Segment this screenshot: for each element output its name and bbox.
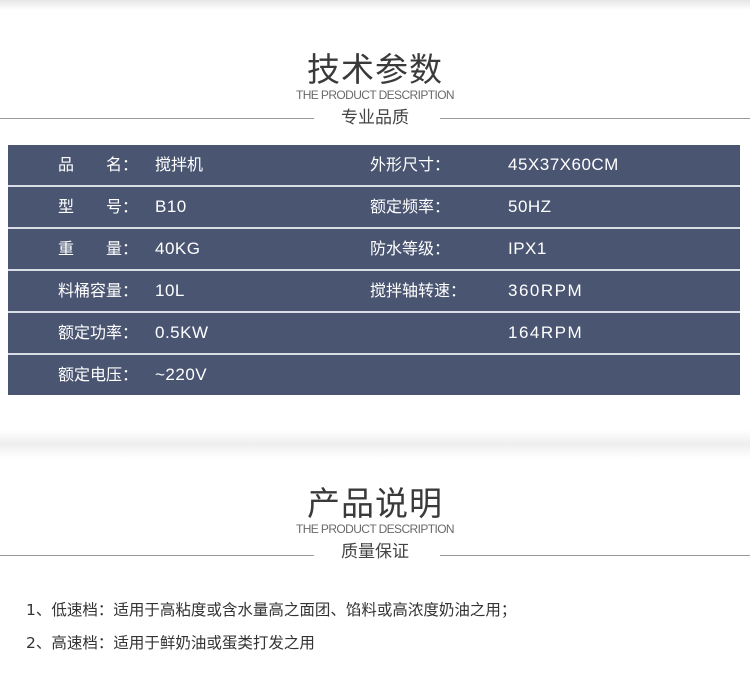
spec-value: 搅拌机	[155, 155, 204, 174]
spec-label: 额定电压：	[58, 365, 139, 384]
spec-row: 品 名： 搅拌机 外形尺寸： 45X37X60CM	[8, 145, 740, 187]
spec-value: 164RPM	[508, 323, 584, 342]
desc-section-header: 产品说明 THE PRODUCT DESCRIPTION 质量保证	[0, 484, 750, 563]
spec-label: 重 量：	[58, 239, 139, 258]
spec-label: 型 号：	[58, 197, 139, 216]
desc-line: 1、低速档：适用于高粘度或含水量高之面团、馅料或高浓度奶油之用；	[26, 601, 517, 619]
desc-section-subtitle-cn: 质量保证	[341, 542, 409, 562]
spec-label: 搅拌轴转速：	[370, 281, 467, 300]
spec-row: 重 量： 40KG 防水等级： IPX1	[8, 229, 740, 271]
spec-value: 50HZ	[508, 197, 552, 216]
spec-value: IPX1	[508, 239, 547, 258]
spec-header-rule-right	[440, 118, 750, 119]
spec-value: 45X37X60CM	[508, 155, 619, 174]
spec-section-subtitle-en: THE PRODUCT DESCRIPTION	[296, 88, 455, 102]
top-shadow-band	[0, 0, 750, 10]
desc-header-rule-right	[440, 555, 750, 556]
spec-label: 额定功率：	[58, 323, 139, 342]
spec-value: 10L	[155, 281, 185, 300]
desc-line: 2、高速档：适用于鲜奶油或蛋类打发之用	[26, 634, 315, 652]
spec-section-header: 技术参数 THE PRODUCT DESCRIPTION 专业品质	[0, 50, 750, 129]
spec-value: 40KG	[155, 239, 201, 258]
spec-value: 360RPM	[508, 281, 584, 300]
spec-row: 料桶容量： 10L 搅拌轴转速： 360RPM	[8, 271, 740, 313]
spec-label: 外形尺寸：	[370, 155, 451, 174]
spec-label: 防水等级：	[370, 239, 451, 258]
spec-row: 型 号： B10 额定频率： 50HZ	[8, 187, 740, 229]
spec-value: 0.5KW	[155, 323, 209, 342]
spec-value: B10	[155, 197, 187, 216]
spec-label: 料桶容量：	[58, 281, 139, 300]
spec-table: 品 名： 搅拌机 外形尺寸： 45X37X60CM 型 号： B10 额定频率：…	[8, 145, 740, 395]
spec-label: 额定频率：	[370, 197, 451, 216]
spec-value: ~220V	[155, 365, 208, 384]
spec-row: 额定功率： 0.5KW 164RPM	[8, 313, 740, 355]
spec-row: 额定电压： ~220V	[8, 355, 740, 397]
spec-section-title: 技术参数	[307, 50, 443, 89]
desc-header-rule-left	[0, 555, 314, 556]
desc-section-subtitle-en: THE PRODUCT DESCRIPTION	[296, 522, 455, 536]
spec-header-rule-left	[0, 118, 314, 119]
desc-section-title: 产品说明	[307, 484, 443, 523]
spec-label: 品 名：	[58, 155, 139, 174]
section-separator-band	[0, 430, 750, 458]
